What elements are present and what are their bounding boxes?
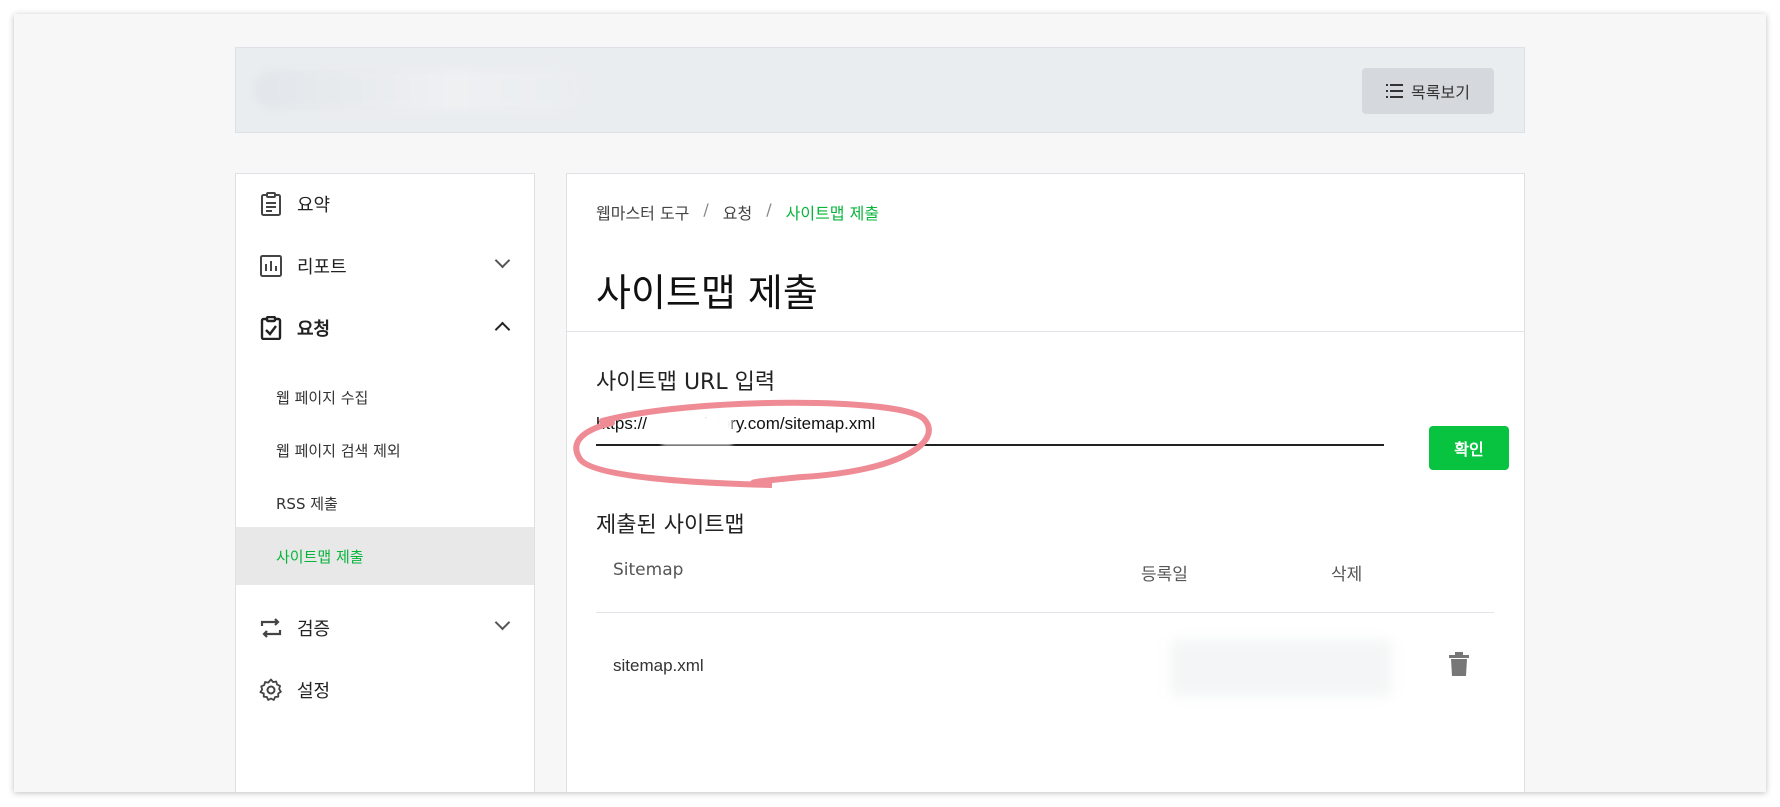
clipboard-check-icon bbox=[258, 315, 284, 341]
bar-chart-icon bbox=[258, 253, 284, 279]
sidebar-subitem-rss[interactable]: RSS 제출 bbox=[236, 474, 534, 532]
trash-icon[interactable] bbox=[1449, 652, 1469, 676]
column-header-delete: 삭제 bbox=[1331, 565, 1363, 585]
site-selector-blurred[interactable] bbox=[254, 70, 584, 110]
sidebar-subitem-page-crawl[interactable]: 웹 페이지 수집 bbox=[236, 368, 534, 426]
sidebar-item-summary[interactable]: 요약 bbox=[236, 174, 534, 234]
sidebar-item-request[interactable]: 요청 bbox=[236, 298, 534, 358]
sidebar-item-label: 리포트 bbox=[297, 257, 347, 278]
breadcrumb-current: 사이트맵 제출 bbox=[785, 204, 880, 223]
sidebar-subitem-page-exclude[interactable]: 웹 페이지 검색 제외 bbox=[236, 421, 534, 479]
breadcrumb-item[interactable]: 웹마스터 도구 bbox=[596, 200, 689, 224]
sidebar-item-verify[interactable]: 검증 bbox=[236, 598, 534, 658]
clipboard-icon bbox=[258, 191, 284, 217]
list-view-button[interactable]: 목록보기 bbox=[1362, 68, 1494, 114]
list-icon bbox=[1386, 84, 1404, 98]
sidebar-subitem-sitemap[interactable]: 사이트맵 제출 bbox=[236, 527, 534, 585]
breadcrumb: 웹마스터 도구 / 요청 / 사이트맵 제출 bbox=[596, 200, 879, 224]
chevron-down-icon bbox=[494, 614, 511, 631]
gear-icon bbox=[258, 677, 284, 703]
sidebar-item-label: 설정 bbox=[297, 681, 331, 702]
column-header-date: 등록일 bbox=[1141, 565, 1188, 585]
breadcrumb-separator: / bbox=[766, 200, 772, 219]
page-title: 사이트맵 제출 bbox=[596, 271, 818, 315]
sidebar-subitem-label: 웹 페이지 검색 제외 bbox=[276, 441, 401, 460]
sidebar-item-label: 요약 bbox=[297, 195, 331, 216]
sidebar-item-report[interactable]: 리포트 bbox=[236, 236, 534, 296]
table-cell-sitemap: sitemap.xml bbox=[613, 656, 704, 675]
sidebar-subitem-label: 웹 페이지 수집 bbox=[276, 388, 369, 407]
breadcrumb-separator: / bbox=[703, 200, 709, 219]
app-window: 목록보기 요약 리포트 요청 웹 페이지 수집 웹 페이지 검색 제외 RSS … bbox=[14, 14, 1766, 792]
main-panel: 웹마스터 도구 / 요청 / 사이트맵 제출 사이트맵 제출 사이트맵 URL … bbox=[566, 173, 1525, 792]
sidebar-item-label: 요청 bbox=[297, 319, 331, 340]
url-redaction bbox=[662, 415, 732, 445]
chevron-up-icon bbox=[494, 321, 511, 338]
sidebar-subitem-label: RSS 제출 bbox=[276, 494, 338, 513]
breadcrumb-item[interactable]: 요청 bbox=[723, 200, 752, 224]
repeat-icon bbox=[258, 615, 284, 641]
url-section-title: 사이트맵 URL 입력 bbox=[596, 370, 776, 395]
sidebar: 요약 리포트 요청 웹 페이지 수집 웹 페이지 검색 제외 RSS 제출 사이… bbox=[235, 173, 535, 792]
table-divider bbox=[596, 612, 1494, 613]
column-header-sitemap: Sitemap bbox=[613, 560, 684, 580]
table-cell-date-blurred bbox=[1171, 640, 1391, 696]
site-header: 목록보기 bbox=[235, 47, 1525, 133]
sidebar-item-label: 검증 bbox=[297, 619, 331, 640]
submitted-section-title: 제출된 사이트맵 bbox=[596, 513, 745, 538]
sidebar-item-settings[interactable]: 설정 bbox=[236, 660, 534, 720]
sidebar-subitem-label: 사이트맵 제출 bbox=[276, 547, 364, 566]
list-view-label: 목록보기 bbox=[1411, 83, 1470, 102]
divider bbox=[567, 331, 1524, 332]
chevron-down-icon bbox=[494, 252, 511, 269]
confirm-button[interactable]: 확인 bbox=[1429, 426, 1509, 470]
